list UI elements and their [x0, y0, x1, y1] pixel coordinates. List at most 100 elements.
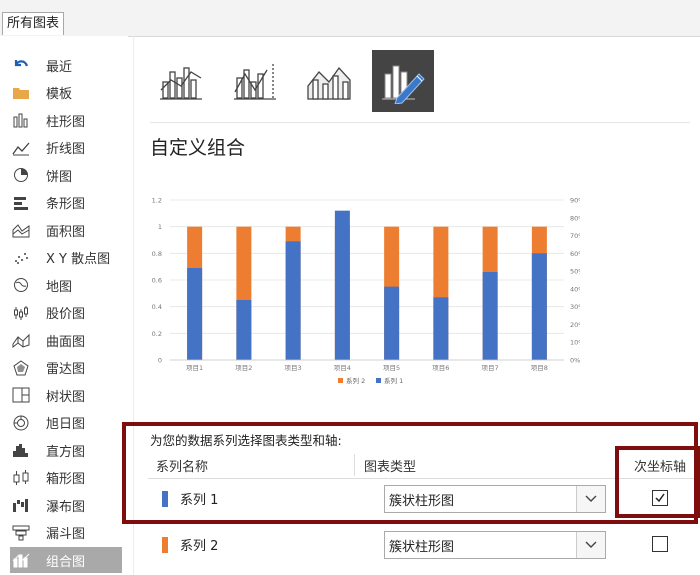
series-1-bar: [384, 286, 400, 360]
series-2-swatch: [162, 537, 168, 553]
sidebar-item-4[interactable]: 折线图: [10, 135, 122, 161]
sidebar-item-18[interactable]: 漏斗图: [10, 520, 122, 546]
series-1-bar: [236, 300, 252, 360]
header-divider: [150, 122, 690, 123]
sidebar-item-8[interactable]: X Y 散点图: [10, 245, 122, 271]
series-1-bar: [433, 297, 449, 360]
scatter-chart-icon: [10, 249, 32, 267]
series-1-bar: [187, 268, 203, 360]
highlight-box-secondary-axis: [615, 446, 700, 518]
undo-arrow-icon: [10, 56, 32, 74]
chevron-down-icon[interactable]: [576, 532, 605, 558]
y2-tick-label: 80%: [570, 214, 580, 222]
sidebar-item-9[interactable]: 地图: [10, 272, 122, 298]
x-tick-label: 项目1: [186, 364, 203, 372]
combo-subtype-row: [150, 50, 434, 116]
sidebar-item-11[interactable]: 曲面图: [10, 327, 122, 353]
page-title: 自定义组合: [150, 137, 246, 159]
sidebar-item-5[interactable]: 饼图: [10, 162, 122, 188]
sidebar-item-label: 直方图: [46, 444, 86, 460]
y2-tick-label: 0%: [570, 357, 580, 365]
sidebar-item-15[interactable]: 直方图: [10, 437, 122, 463]
sidebar-item-label: 雷达图: [46, 362, 86, 377]
series-2-name: 系列 2: [180, 539, 219, 554]
y2-tick-label: 60%: [570, 250, 580, 258]
sidebar-item-14[interactable]: 旭日图: [10, 410, 122, 436]
x-tick-label: 项目6: [432, 364, 449, 372]
y-tick-label: 0.2: [152, 330, 162, 338]
series-2-type-select[interactable]: 簇状柱形图: [384, 531, 606, 559]
sidebar-item-label: 条形图: [46, 197, 86, 212]
globe-icon: [10, 276, 32, 294]
y2-tick-label: 30%: [570, 303, 580, 311]
histogram-icon: [10, 441, 32, 459]
clustered-column-line-secondary-icon[interactable]: [224, 50, 286, 112]
sunburst-icon: [10, 414, 32, 432]
folder-icon: [10, 84, 32, 102]
x-tick-label: 项目2: [235, 364, 252, 372]
sidebar-item-label: 树状图: [46, 389, 86, 405]
sidebar-item-16[interactable]: 箱形图: [10, 465, 122, 491]
legend-swatch-series-1: [376, 378, 381, 383]
surface-chart-icon: [10, 331, 32, 349]
stacked-area-column-icon[interactable]: [298, 50, 360, 112]
x-tick-label: 项目4: [334, 364, 351, 372]
series-1-bar: [334, 210, 350, 360]
legend-label-series-2: 系列 2: [346, 376, 365, 385]
x-tick-label: 项目3: [285, 364, 302, 372]
sidebar-item-label: 组合图: [46, 554, 86, 570]
custom-combination-icon[interactable]: [372, 50, 434, 112]
chart-type-sidebar: 最近模板柱形图折线图饼图条形图面积图 X Y 散点图 地图股价图曲面图雷达图树状图旭…: [0, 36, 128, 575]
combo-chart-icon: [10, 551, 32, 569]
y2-tick-label: 70%: [570, 232, 580, 240]
stock-chart-icon: [10, 304, 32, 322]
sidebar-item-label: 折线图: [46, 142, 86, 157]
series-row-2: 系列 2 簇状柱形图: [148, 528, 700, 562]
sidebar-item-3[interactable]: 柱形图: [10, 107, 122, 133]
sidebar-item-label: 柱形图: [46, 114, 86, 130]
clustered-column-line-icon[interactable]: [150, 50, 212, 112]
sidebar-item-12[interactable]: 雷达图: [10, 355, 122, 381]
y2-tick-label: 10%: [570, 339, 580, 347]
series-1-bar: [531, 253, 547, 360]
sidebar-item-19[interactable]: 组合图: [10, 547, 122, 573]
waterfall-icon: [10, 496, 32, 514]
bar-chart-icon: [10, 194, 32, 212]
sidebar-item-label: 模板: [46, 87, 73, 102]
sidebar-item-label: 饼图: [46, 169, 73, 185]
y2-tick-label: 40%: [570, 285, 580, 293]
x-tick-label: 项目7: [482, 364, 499, 372]
sidebar-item-10[interactable]: 股价图: [10, 300, 122, 326]
sidebar-item-6[interactable]: 条形图: [10, 190, 122, 216]
y-tick-label: 0: [158, 357, 162, 365]
sidebar-item-7[interactable]: 面积图: [10, 217, 122, 243]
funnel-icon: [10, 524, 32, 542]
y2-tick-label: 50%: [570, 268, 580, 276]
y2-tick-label: 90%: [570, 197, 580, 205]
pie-chart-icon: [10, 166, 32, 184]
sidebar-item-label: 最近: [46, 59, 73, 75]
sidebar-item-13[interactable]: 树状图: [10, 382, 122, 408]
x-tick-label: 项目8: [531, 364, 548, 372]
y-tick-label: 1: [158, 223, 162, 231]
sidebar-item-17[interactable]: 瀑布图: [10, 492, 122, 518]
radar-chart-icon: [10, 359, 32, 377]
y-tick-label: 0.8: [152, 250, 162, 258]
tab-bar: 所有图表: [0, 0, 700, 37]
x-tick-label: 项目5: [383, 364, 400, 372]
highlight-box-series-1: [122, 422, 698, 524]
sidebar-item-label: 地图: [46, 279, 73, 295]
sidebar-item-label: 股价图: [46, 307, 86, 322]
tab-all-charts[interactable]: 所有图表: [2, 12, 65, 35]
treemap-icon: [10, 386, 32, 404]
sidebar-item-1[interactable]: 最近: [10, 52, 122, 78]
sidebar-item-label: X Y 散点图: [46, 252, 111, 267]
sidebar-item-label: 面积图: [46, 224, 86, 240]
series-2-type-value: 簇状柱形图: [389, 540, 455, 555]
column-chart-icon: [10, 111, 32, 129]
chart-preview: 0 0.2 0.4 0.6 0.8 1 1.2 0% 10% 20% 30% 40% 50% 60% 70%…: [152, 197, 580, 386]
sidebar-item-2[interactable]: 模板: [10, 80, 122, 106]
legend-label-series-1: 系列 1: [384, 376, 403, 385]
y-tick-label: 1.2: [152, 197, 162, 205]
series-2-secondary-checkbox[interactable]: [652, 536, 668, 552]
